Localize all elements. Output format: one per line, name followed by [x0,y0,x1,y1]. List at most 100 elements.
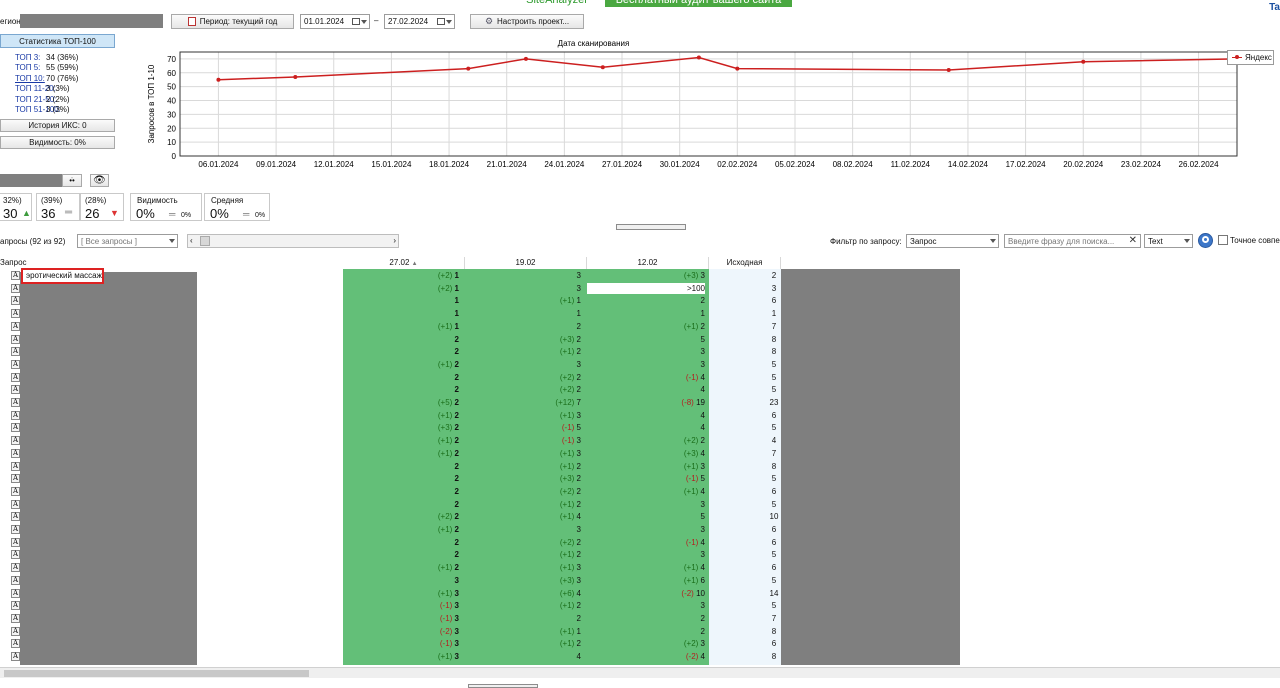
chevron-right-icon[interactable]: › [393,236,396,245]
position-cell-date2: (+12) 7 [465,396,581,409]
position-cell-date1: (+2) 1 [343,269,459,282]
bottom-splitter-handle[interactable] [468,684,538,688]
table-row[interactable]: A 2 (+3) 2 (-1) 55 [0,472,1280,485]
table-row[interactable]: A (+1) 2 (+1) 3 (+3) 47 [0,447,1280,460]
chevron-left-icon[interactable]: ‹ [190,236,193,245]
stats-top100-button[interactable]: Статистика ТОП-100 [0,34,115,48]
table-row[interactable]: A (-1) 3 2 2 7 [0,612,1280,625]
period-button[interactable]: Период: текущий год [171,14,294,29]
horizontal-scroller[interactable]: ‹ › [187,234,399,248]
exact-match-checkbox[interactable] [1218,235,1228,245]
scroll-thumb[interactable] [4,670,309,677]
table-row[interactable]: A 2 (+2) 2 (-1) 46 [0,536,1280,549]
delta: (+1) [559,296,575,306]
chart-x-tick-label: 27.01.2024 [602,160,643,169]
position-cell-date1: (-1) 3 [343,599,459,612]
grid-horizontal-scrollbar[interactable] [0,667,1280,678]
chart-x-tick-label: 05.02.2024 [775,160,816,169]
table-row[interactable]: A 2 (+1) 2 (+1) 38 [0,460,1280,473]
table-row[interactable]: A 2 (+2) 2 45 [0,383,1280,396]
position: 2 [700,321,705,331]
selected-query-cell[interactable]: эротический массаж [21,268,104,284]
table-row[interactable]: A (+1) 2 (-1) 3 (+2) 2 4 [0,434,1280,447]
table-row[interactable]: A 2 (+1) 2 35 [0,548,1280,561]
position: 2 [576,385,581,395]
filter-type-select[interactable]: Запрос [906,234,999,248]
delta: (-1) [685,372,699,382]
table-row[interactable]: A 2 (+1) 2 35 [0,498,1280,511]
visibility-button[interactable]: Видимость: 0% [0,136,115,149]
position: 10 [696,588,705,598]
top-right-link[interactable]: Ta [1269,2,1280,13]
col-header-date3[interactable]: 12.02 [587,257,709,269]
iks-history-button[interactable]: История ИКС: 0 [0,119,115,132]
table-row[interactable]: A (+1) 2 (+1) 3 46 [0,409,1280,422]
chart-x-tick-label: 14.02.2024 [948,160,989,169]
query-group-select[interactable]: [ Все запросы ] [77,234,178,248]
position-cell-date3: 4 [587,421,705,434]
table-row[interactable]: A 2 (+1) 2 38 [0,345,1280,358]
position-cell-date3: (-2) 4 [587,650,705,663]
table-row[interactable]: A (+1) 2 3 3 6 [0,523,1280,536]
filter-search-input[interactable]: Введите фразу для поиска... ✕ [1004,234,1141,248]
top-stat-key: ТОП 21-50: [15,94,57,104]
position: 1 [454,296,459,306]
query-group-value: [ Все запросы ] [81,236,137,246]
table-row[interactable]: A 2 (+3) 2 58 [0,333,1280,346]
eye-toggle-button[interactable]: 👁 [90,174,109,187]
position: 2 [454,372,459,382]
chevron-down-icon [169,239,175,243]
splitter-handle[interactable] [616,224,686,230]
delta: (+2) [559,486,575,496]
table-row[interactable]: A 1 1 1 1 [0,307,1280,320]
audit-ad-banner[interactable]: Бесплатный аудит вашего сайта [605,0,792,7]
scroll-thumb[interactable] [200,236,210,246]
col-header-date1[interactable]: 27.02 ▲ [343,257,465,269]
table-row[interactable]: A (+1) 3 4 (-2) 48 [0,650,1280,663]
arrow-up-icon: ▲ [22,208,31,218]
table-row[interactable]: A (+1) 2 3 3 5 [0,358,1280,371]
col-header-date2[interactable]: 19.02 [465,257,587,269]
calendar-dropdown-icon[interactable] [352,18,360,25]
delta: (+5) [437,398,453,407]
start-position-cell: 10 [769,512,779,522]
table-row[interactable]: A (+2) 1 3 >100 3 [0,282,1280,295]
more-options-button[interactable]: •̇• [62,174,82,187]
table-row[interactable]: A (-1) 3 (+1) 2 3 5 [0,599,1280,612]
date-to-field[interactable]: 27.02.2024 [384,14,455,29]
delta: (+12) [555,398,575,407]
calendar-dropdown-icon[interactable] [437,18,445,25]
table-row[interactable]: A (+1) 1 2 (+1) 27 [0,320,1280,333]
table-row[interactable]: A (+1) 3 (+6) 4 (-2) 10 14 [0,587,1280,600]
table-row[interactable]: A 1 (+1) 1 26 [0,294,1280,307]
date-from-field[interactable]: 01.01.2024 [300,14,370,29]
equal-icon: ═ [65,207,73,218]
table-row[interactable]: A 2 (+2) 2 (-1) 45 [0,371,1280,384]
position-cell-date2: (+2) 2 [465,371,581,384]
equal-icon: ═ [243,209,250,219]
table-row[interactable]: A (+3) 2 (-1) 5 4 5 [0,421,1280,434]
table-row[interactable]: A (+2) 1 3 (+3) 32 [0,269,1280,282]
table-row[interactable]: A (+5) 2 (+12) 7 (-8) 19 23 [0,396,1280,409]
table-row[interactable]: A (-2) 3 (+1) 1 2 8 [0,625,1280,638]
position: 2 [700,436,705,446]
table-row[interactable]: A (+1) 2 (+1) 3 (+1) 46 [0,561,1280,574]
col-header-query[interactable]: Запрос [0,258,27,267]
search-button[interactable] [1198,233,1213,248]
delta: (+1) [437,525,453,534]
position-cell-date1: (+2) 2 [343,510,459,523]
col-header-start[interactable]: Исходная [709,257,781,269]
position: 19 [696,398,705,407]
project-search-field[interactable] [0,174,62,187]
chart-y-tick-label: 0 [172,152,177,161]
table-row[interactable]: A (-1) 3 (+1) 2 (+2) 3 6 [0,637,1280,650]
table-row[interactable]: A 3 (+3) 3 (+1) 65 [0,574,1280,587]
configure-project-button[interactable]: ⚙ Настроить проект... [470,14,584,29]
clear-icon[interactable]: ✕ [1129,235,1137,246]
delta: (+1) [683,486,699,496]
region-field[interactable] [20,14,163,28]
table-row[interactable]: A 2 (+2) 2 (+1) 46 [0,485,1280,498]
format-select[interactable]: Text [1144,234,1193,248]
table-row[interactable]: A (+2) 2 (+1) 4 5 10 [0,510,1280,523]
top-stat-key[interactable]: ТОП 10: [15,74,46,83]
